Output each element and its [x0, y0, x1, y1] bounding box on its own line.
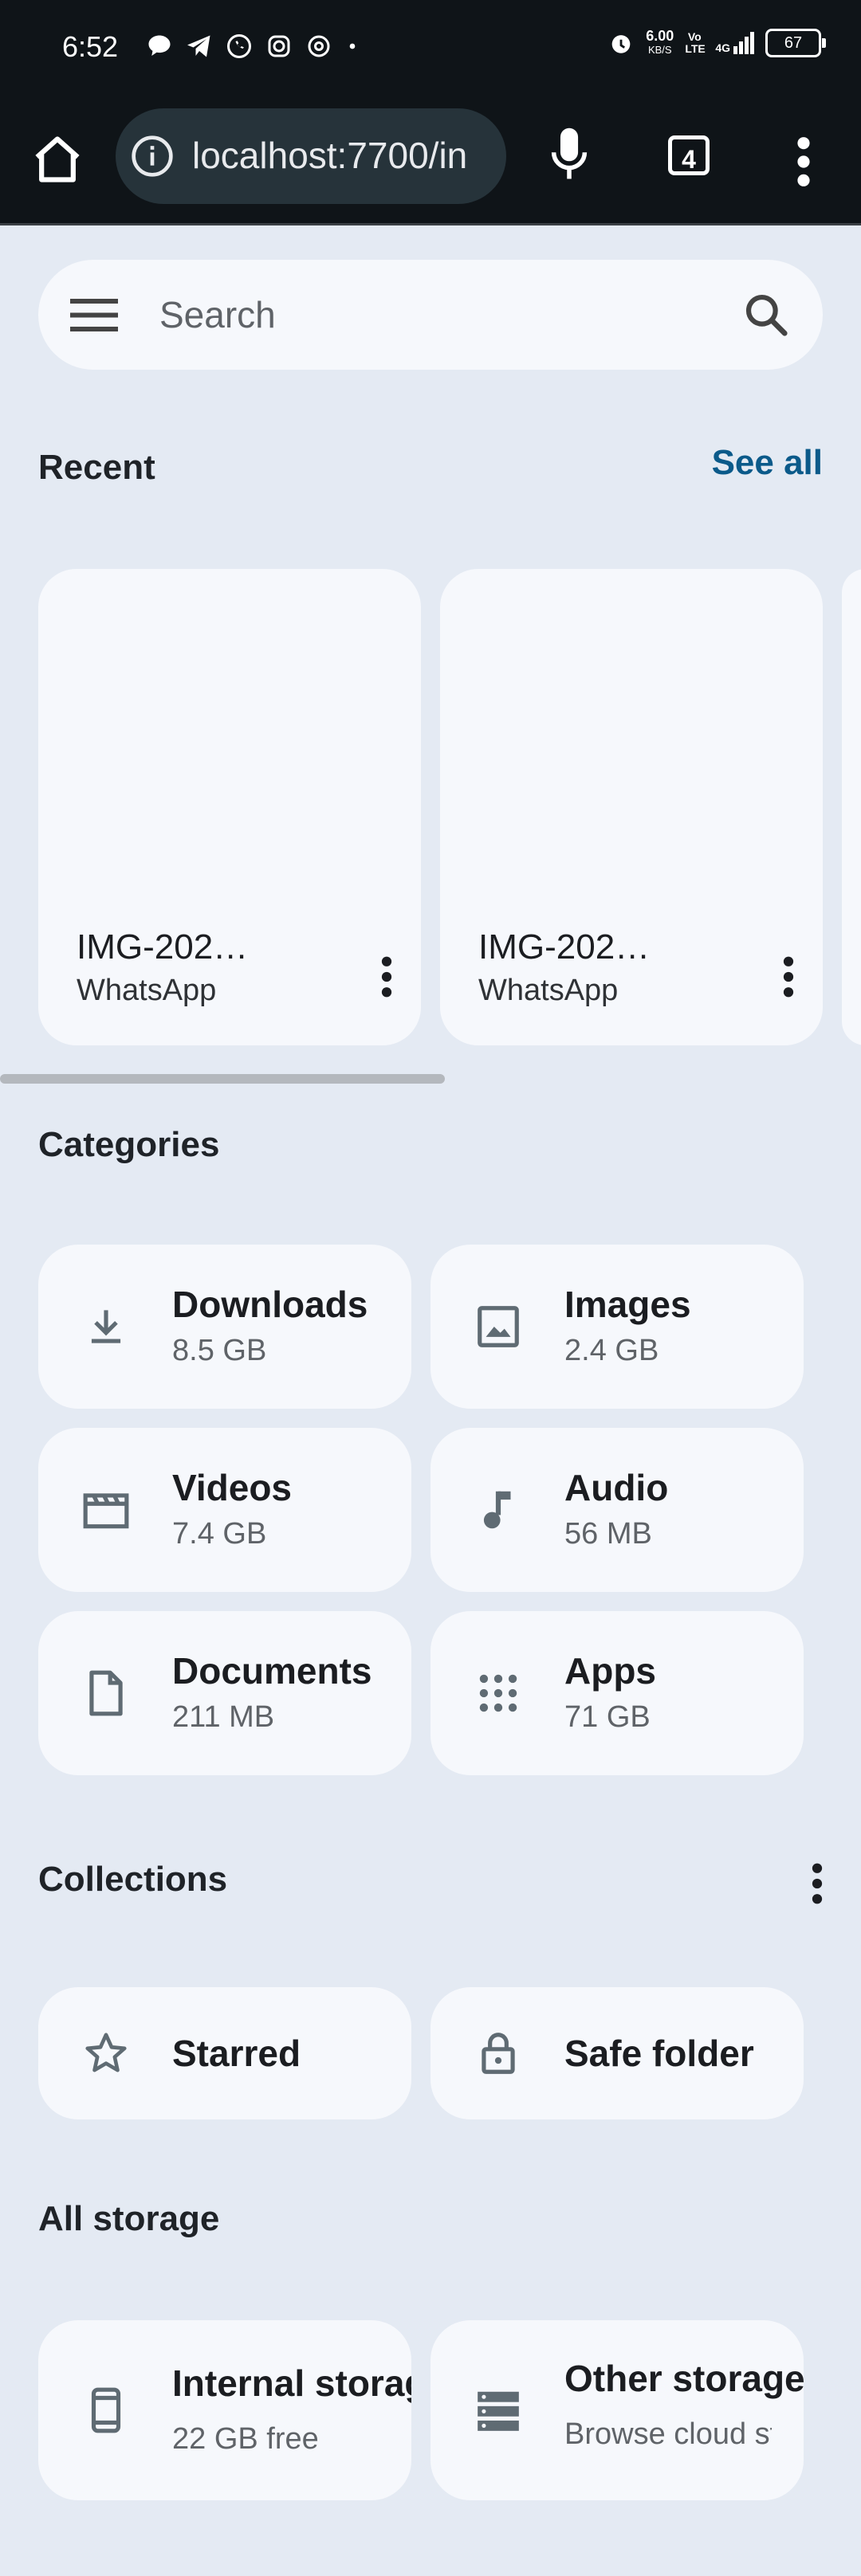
storage-internal[interactable]: Internal storage 22 GB free	[38, 2320, 411, 2500]
star-icon	[85, 2033, 127, 2072]
image-icon	[478, 1306, 519, 1347]
recent-file-name: IMG-202…	[478, 927, 651, 966]
category-label: Downloads	[172, 1284, 368, 1325]
more-options-icon[interactable]	[381, 955, 392, 999]
category-size: 56 MB	[564, 1517, 652, 1551]
category-size: 8.5 GB	[172, 1334, 267, 1367]
category-label: Audio	[564, 1467, 669, 1508]
storage-label: Internal storage	[172, 2362, 411, 2404]
recent-file-source: WhatsApp	[77, 974, 217, 1007]
hamburger-menu-icon[interactable]	[70, 293, 118, 336]
notification-icons	[145, 32, 360, 61]
category-label: Documents	[172, 1650, 372, 1692]
signal-icon: 4G	[715, 32, 754, 54]
collections-title: Collections	[38, 1860, 228, 1899]
volte-indicator: Vo LTE	[685, 30, 706, 55]
recent-file-name: IMG-202…	[77, 927, 249, 966]
instagram-icon	[268, 35, 290, 57]
category-size: 211 MB	[172, 1700, 275, 1734]
browser-menu-icon[interactable]	[792, 134, 815, 190]
whatsapp-icon	[227, 34, 251, 58]
category-size: 71 GB	[564, 1700, 651, 1734]
video-icon	[83, 1493, 129, 1529]
phone-icon	[91, 2387, 121, 2433]
status-bar: 6:52 6.00 KB/S Vo LTE 4G 67	[0, 0, 861, 102]
chat-bubble-icon	[148, 35, 171, 56]
lock-icon	[482, 2033, 515, 2074]
collection-starred[interactable]: Starred	[38, 1987, 411, 2119]
search-bar[interactable]: Search	[38, 260, 823, 370]
apps-grid-icon	[479, 1674, 517, 1712]
recent-title: Recent	[38, 448, 155, 487]
alarm-icon	[611, 35, 631, 53]
recent-file-card[interactable]: IMG-202… WhatsApp	[38, 569, 421, 1045]
threads-icon	[308, 35, 330, 57]
category-label: Apps	[564, 1650, 656, 1692]
horizontal-scrollbar[interactable]	[0, 1074, 445, 1084]
status-time: 6:52	[62, 30, 119, 63]
system-icons: 6.00 KB/S Vo LTE 4G 67	[607, 28, 826, 57]
document-icon	[89, 1670, 123, 1716]
url-text[interactable]: localhost:7700/in	[192, 134, 495, 177]
recent-file-card-partial[interactable]	[842, 569, 861, 1045]
category-downloads[interactable]: Downloads 8.5 GB	[38, 1245, 411, 1409]
category-documents[interactable]: Documents 211 MB	[38, 1611, 411, 1775]
categories-title: Categories	[38, 1125, 220, 1164]
battery-indicator: 67	[765, 29, 826, 57]
storage-list-icon	[478, 2391, 519, 2431]
collection-label: Starred	[172, 2033, 301, 2074]
category-size: 7.4 GB	[172, 1517, 267, 1551]
collection-safe-folder[interactable]: Safe folder	[431, 1987, 804, 2119]
search-input[interactable]: Search	[159, 293, 276, 336]
more-notifications-dot	[349, 43, 356, 49]
collections-more-icon[interactable]	[812, 1861, 823, 1906]
address-bar[interactable]: localhost:7700/in	[116, 108, 506, 204]
telegram-icon	[187, 35, 210, 57]
category-label: Videos	[172, 1467, 292, 1508]
more-options-icon[interactable]	[783, 955, 794, 999]
microphone-icon[interactable]	[548, 126, 590, 183]
home-icon[interactable]	[30, 132, 85, 186]
category-apps[interactable]: Apps 71 GB	[431, 1611, 804, 1775]
all-storage-title: All storage	[38, 2199, 220, 2238]
storage-other[interactable]: Other storage Browse cloud storage	[431, 2320, 804, 2500]
category-label: Images	[564, 1284, 691, 1325]
music-note-icon	[483, 1491, 511, 1529]
category-audio[interactable]: Audio 56 MB	[431, 1428, 804, 1592]
category-videos[interactable]: Videos 7.4 GB	[38, 1428, 411, 1592]
category-size: 2.4 GB	[564, 1334, 659, 1367]
search-icon[interactable]	[741, 290, 791, 339]
tab-switcher-button[interactable]: 4	[668, 135, 710, 175]
see-all-link[interactable]: See all	[712, 443, 823, 483]
collection-label: Safe folder	[564, 2033, 754, 2074]
info-icon[interactable]	[130, 134, 175, 178]
storage-sub: Browse cloud storage	[564, 2417, 772, 2451]
browser-toolbar: localhost:7700/in 4	[0, 102, 861, 225]
storage-sub: 22 GB free	[172, 2422, 319, 2456]
download-icon	[91, 1310, 121, 1343]
category-images[interactable]: Images 2.4 GB	[431, 1245, 804, 1409]
storage-label: Other storage	[564, 2358, 804, 2399]
network-speed: 6.00 KB/S	[646, 28, 674, 56]
recent-file-source: WhatsApp	[478, 974, 619, 1007]
recent-file-card[interactable]: IMG-202… WhatsApp	[440, 569, 823, 1045]
